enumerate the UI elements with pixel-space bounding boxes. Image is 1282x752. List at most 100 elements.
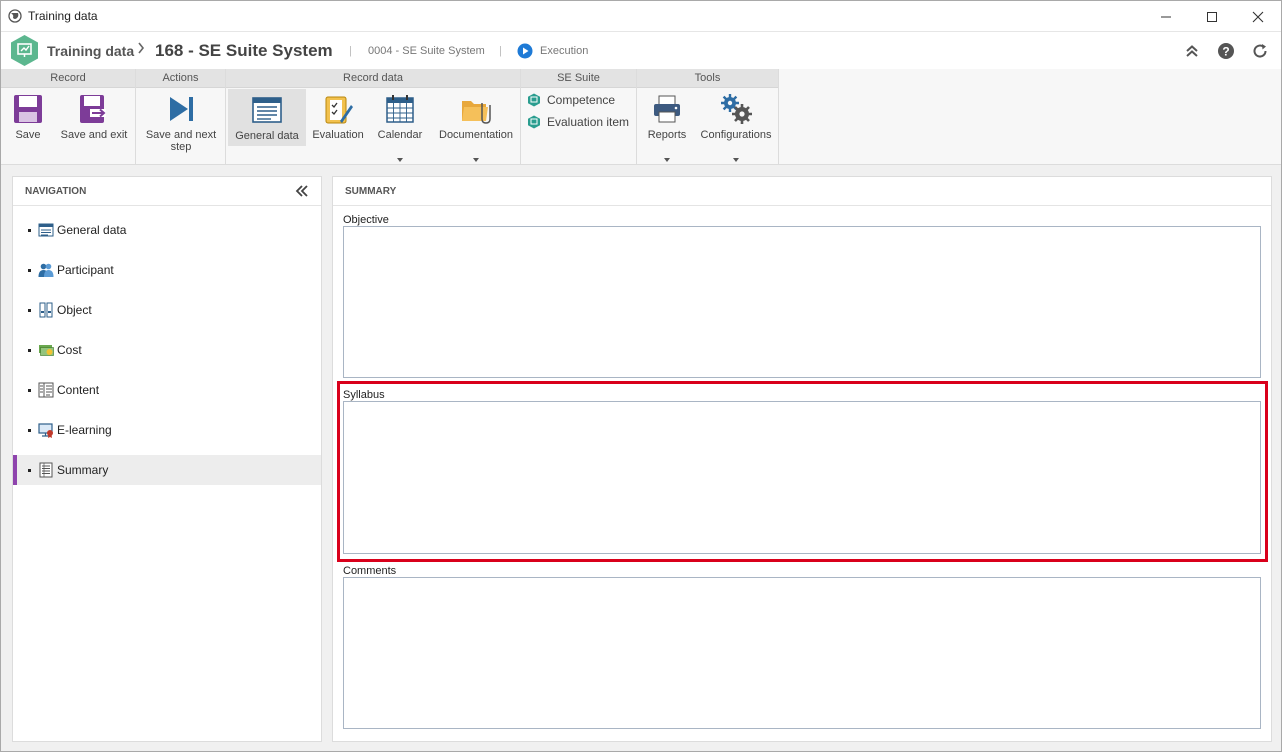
maximize-icon — [1207, 11, 1217, 22]
app-window: Training data Training data 168 - SE Sui… — [0, 0, 1282, 752]
gears-icon — [721, 94, 752, 124]
evaluation-item-label: Evaluation item — [547, 115, 630, 129]
skip-next-icon — [170, 97, 193, 121]
ribbon-toolbar: Record Save Save and exit Actions Save a… — [1, 69, 1281, 165]
save-label: Save — [15, 129, 41, 141]
users-icon — [38, 263, 54, 277]
evaluation-button[interactable]: Evaluation — [308, 88, 368, 165]
documentation-label: Documentation — [439, 129, 513, 141]
evaluation-item-icon — [528, 115, 540, 129]
ribbon-group-actions: Actions Save and next step — [136, 69, 226, 165]
documentation-button[interactable]: Documentation — [432, 88, 520, 165]
navigation-header: NAVIGATION — [13, 177, 321, 206]
minimize-icon — [1161, 16, 1171, 17]
nav-item-content[interactable]: Content — [13, 375, 321, 405]
summary-icon — [39, 462, 53, 478]
competence-label: Competence — [547, 93, 616, 107]
group-label: Tools — [637, 69, 778, 88]
close-icon — [1252, 11, 1264, 22]
dropdown-arrow-icon — [397, 158, 403, 162]
evaluation-item-button[interactable]: Evaluation item — [527, 113, 629, 131]
calendar-icon — [386, 95, 414, 123]
bullet — [28, 308, 31, 312]
nav-item-label: General data — [57, 223, 127, 237]
bullet — [28, 388, 31, 392]
nav-item-cost[interactable]: Cost — [13, 335, 321, 365]
group-label: Actions — [136, 69, 225, 88]
nav-item-e-learning[interactable]: E-learning — [13, 415, 321, 445]
play-icon — [517, 43, 533, 59]
bullet — [28, 468, 31, 472]
nav-item-label: Object — [57, 303, 92, 317]
objective-field[interactable] — [343, 226, 1261, 378]
summary-header: SUMMARY — [333, 177, 1271, 206]
save-and-next-step-button[interactable]: Save and next step — [140, 88, 222, 165]
general-data-button[interactable]: General data — [228, 89, 306, 146]
save-exit-icon — [80, 95, 106, 123]
double-chevron-up-icon[interactable] — [1183, 42, 1201, 60]
nav-item-participant[interactable]: Participant — [13, 255, 321, 285]
nav-item-label: Participant — [57, 263, 114, 277]
bullet — [28, 228, 31, 232]
bullet — [28, 428, 31, 432]
competence-icon — [528, 93, 540, 107]
summary-title: SUMMARY — [345, 186, 397, 197]
divider: | — [499, 45, 502, 57]
nav-item-object[interactable]: Object — [13, 295, 321, 325]
clipboard-check-icon — [325, 96, 353, 124]
form-icon — [252, 97, 282, 123]
floppy-disk-icon — [14, 95, 42, 123]
record-subtitle: 0004 - SE Suite System — [368, 45, 485, 57]
title-bar: Training data — [1, 1, 1281, 32]
nav-item-general-data[interactable]: General data — [13, 215, 321, 245]
dropdown-arrow-icon — [664, 158, 670, 162]
save-and-next-step-label: Save and next step — [145, 129, 217, 153]
comments-label: Comments — [343, 565, 397, 577]
record-header: Training data 168 - SE Suite System | 00… — [1, 32, 1281, 69]
nav-item-summary[interactable]: Summary — [13, 455, 321, 485]
object-icon — [39, 302, 53, 318]
syllabus-field[interactable] — [343, 401, 1261, 554]
money-icon — [39, 345, 54, 356]
general-data-label: General data — [235, 130, 299, 142]
window-title: Training data — [28, 9, 98, 23]
save-and-exit-button[interactable]: Save and exit — [53, 88, 135, 165]
folder-attachment-icon — [462, 101, 491, 124]
group-label: SE Suite — [521, 69, 636, 88]
nav-item-label: Cost — [57, 343, 82, 357]
maximize-button[interactable] — [1189, 1, 1235, 32]
navigation-title: NAVIGATION — [25, 186, 87, 197]
close-button[interactable] — [1235, 1, 1281, 32]
breadcrumb-training-data[interactable]: Training data — [47, 43, 134, 59]
save-button[interactable]: Save — [5, 88, 51, 165]
reports-button[interactable]: Reports — [639, 88, 695, 165]
globe-icon — [8, 9, 22, 23]
help-icon[interactable]: ? — [1217, 42, 1235, 60]
evaluation-label: Evaluation — [312, 129, 364, 141]
comments-field[interactable] — [343, 577, 1261, 729]
configurations-button[interactable]: Configurations — [697, 88, 775, 165]
calendar-button[interactable]: Calendar — [370, 88, 430, 165]
competence-button[interactable]: Competence — [527, 91, 615, 109]
nav-item-label: Content — [57, 383, 100, 397]
elearning-icon — [38, 423, 53, 438]
minimize-button[interactable] — [1143, 1, 1189, 32]
nav-item-label: Summary — [57, 463, 109, 477]
refresh-icon[interactable] — [1251, 42, 1269, 60]
configurations-label: Configurations — [700, 129, 772, 141]
calendar-label: Calendar — [377, 129, 423, 141]
content-icon — [38, 382, 54, 398]
printer-icon — [654, 95, 680, 123]
divider: | — [349, 45, 352, 57]
training-logo-icon — [11, 35, 38, 66]
dropdown-arrow-icon — [733, 158, 739, 162]
bullet — [28, 348, 31, 352]
double-chevron-left-icon[interactable] — [295, 185, 309, 197]
svg-text:?: ? — [1222, 44, 1229, 58]
status-label: Execution — [540, 45, 589, 57]
reports-label: Reports — [647, 129, 687, 141]
group-label: Record data — [226, 69, 520, 88]
ribbon-group-record-data: Record data General data Evaluation Cale… — [226, 69, 521, 165]
form-icon — [38, 223, 54, 237]
navigation-panel: NAVIGATION General data Participant Obje… — [12, 176, 322, 742]
